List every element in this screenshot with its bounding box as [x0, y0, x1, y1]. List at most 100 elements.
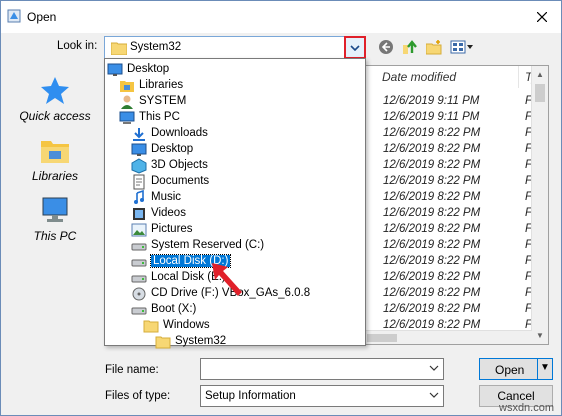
- dropdown-item[interactable]: Boot (X:): [105, 302, 365, 318]
- dropdown-item-label: Downloads: [151, 127, 208, 139]
- filetype-select[interactable]: Setup Information: [200, 385, 444, 407]
- place-libraries[interactable]: Libraries: [9, 135, 101, 183]
- drive-icon: [131, 307, 147, 315]
- places-bar: Quick access Libraries This PC: [9, 65, 101, 345]
- filename-input[interactable]: [200, 358, 444, 380]
- place-quick-access[interactable]: Quick access: [9, 75, 101, 123]
- lookin-combo[interactable]: System32: [104, 36, 366, 59]
- new-folder-button[interactable]: [425, 38, 443, 56]
- lookin-value: System32: [130, 41, 182, 53]
- 3d-objects-icon: [131, 158, 147, 174]
- dropdown-item-label: Videos: [151, 207, 186, 219]
- place-this-pc[interactable]: This PC: [9, 195, 101, 243]
- hscroll-thumb[interactable]: [367, 334, 397, 342]
- back-icon: [379, 40, 393, 54]
- pointer-arrow-annotation: [212, 263, 242, 296]
- drive-icon: [131, 259, 147, 267]
- file-row-date[interactable]: 12/6/2019 8:22 PM: [383, 239, 480, 251]
- dropdown-item[interactable]: Pictures: [105, 222, 365, 238]
- lookin-label: Look in:: [57, 40, 98, 52]
- computer-icon: [119, 111, 135, 124]
- navigation-toolbar: [377, 37, 475, 57]
- dropdown-item[interactable]: Downloads: [105, 126, 365, 142]
- file-row-date[interactable]: 12/6/2019 8:22 PM: [383, 287, 480, 299]
- dropdown-item[interactable]: This PC: [105, 110, 365, 126]
- chevron-down-icon: [350, 44, 360, 51]
- file-row-date[interactable]: 12/6/2019 8:22 PM: [383, 223, 480, 235]
- filetype-value: Setup Information: [205, 390, 296, 402]
- lookin-dropdown-list[interactable]: Desktop Libraries SYSTEM This PC Downloads De…: [104, 58, 366, 349]
- dropdown-item-label: 3D Objects: [151, 159, 208, 171]
- dropdown-item[interactable]: Documents: [105, 174, 365, 190]
- dropdown-item[interactable]: Desktop: [105, 62, 365, 78]
- dropdown-item-label: System32: [175, 335, 227, 347]
- dropdown-item-label: Desktop: [127, 63, 170, 75]
- dropdown-item-label: Documents: [151, 175, 210, 187]
- watermark: wsxdn.com: [499, 402, 555, 414]
- libraries-icon: [120, 81, 134, 92]
- dropdown-item-label: Music: [151, 191, 182, 203]
- dropdown-item[interactable]: Desktop: [105, 142, 365, 158]
- view-menu-button[interactable]: [449, 38, 475, 56]
- open-options-arrow[interactable]: ▼: [540, 362, 550, 373]
- file-row-date[interactable]: 12/6/2019 8:22 PM: [383, 175, 480, 187]
- desktop-icon: [107, 63, 123, 76]
- drive-icon: [131, 275, 147, 283]
- view-icon: [450, 40, 473, 54]
- downloads-icon: [133, 128, 145, 141]
- file-row-date[interactable]: 12/6/2019 8:22 PM: [383, 207, 480, 219]
- star-icon: [41, 77, 69, 104]
- column-header-date[interactable]: Date modified: [382, 70, 456, 84]
- dropdown-item-label: Libraries: [139, 79, 184, 91]
- folder-icon: [155, 336, 171, 349]
- user-icon: [121, 95, 133, 109]
- open-dialog: Open Look in: System32 Quick access Libr…: [0, 0, 562, 416]
- up-folder-icon: [403, 40, 417, 54]
- dropdown-item[interactable]: Music: [105, 190, 365, 206]
- file-row-date[interactable]: 12/6/2019 8:22 PM: [383, 303, 480, 315]
- scroll-down-icon[interactable]: ▼: [532, 327, 548, 344]
- dropdown-item[interactable]: Windows: [105, 318, 365, 334]
- music-icon: [134, 190, 144, 204]
- dropdown-item[interactable]: System Reserved (C:): [105, 238, 365, 254]
- folder-icon: [111, 42, 127, 55]
- title-bar: Open: [1, 1, 561, 33]
- dropdown-item[interactable]: Videos: [105, 206, 365, 222]
- dropdown-item[interactable]: 3D Objects: [105, 158, 365, 174]
- filename-label: File name:: [105, 364, 159, 376]
- back-button[interactable]: [377, 38, 395, 56]
- vertical-scrollbar[interactable]: ▲ ▼: [531, 66, 548, 344]
- file-row-date[interactable]: 12/6/2019 9:11 PM: [383, 95, 479, 107]
- dropdown-item-label: System Reserved (C:): [151, 239, 265, 251]
- dropdown-item-label: This PC: [139, 111, 180, 123]
- chevron-down-icon[interactable]: [429, 363, 439, 373]
- file-row-date[interactable]: 12/6/2019 8:22 PM: [383, 159, 480, 171]
- documents-icon: [133, 174, 145, 190]
- dropdown-item[interactable]: SYSTEM: [105, 94, 365, 110]
- drive-icon: [131, 243, 147, 251]
- dropdown-item-label: Pictures: [151, 223, 193, 235]
- file-row-date[interactable]: 12/6/2019 8:22 PM: [383, 127, 480, 139]
- file-row-date[interactable]: 12/6/2019 9:11 PM: [383, 111, 479, 123]
- open-button[interactable]: Open ▼: [479, 358, 553, 380]
- scroll-up-icon[interactable]: ▲: [532, 66, 548, 83]
- column-separator[interactable]: [518, 66, 519, 88]
- filetype-label: Files of type:: [105, 390, 171, 402]
- dropdown-item[interactable]: System32: [105, 334, 365, 350]
- pictures-icon: [131, 223, 147, 237]
- scroll-thumb[interactable]: [535, 84, 545, 102]
- close-button[interactable]: [531, 7, 553, 27]
- file-row-date[interactable]: 12/6/2019 8:22 PM: [383, 191, 480, 203]
- desktop-icon: [131, 143, 147, 156]
- dropdown-item-label: Windows: [163, 319, 210, 331]
- file-row-date[interactable]: 12/6/2019 8:22 PM: [383, 255, 480, 267]
- folder-icon: [143, 320, 159, 333]
- file-row-date[interactable]: 12/6/2019 8:22 PM: [383, 271, 480, 283]
- dropdown-item-label: SYSTEM: [139, 95, 187, 107]
- file-row-date[interactable]: 12/6/2019 8:22 PM: [383, 143, 480, 155]
- up-folder-button[interactable]: [401, 38, 419, 56]
- lookin-dropdown-button[interactable]: [344, 36, 366, 59]
- dropdown-item[interactable]: Libraries: [105, 78, 365, 94]
- libraries-icon: [41, 141, 69, 163]
- computer-icon: [42, 197, 68, 222]
